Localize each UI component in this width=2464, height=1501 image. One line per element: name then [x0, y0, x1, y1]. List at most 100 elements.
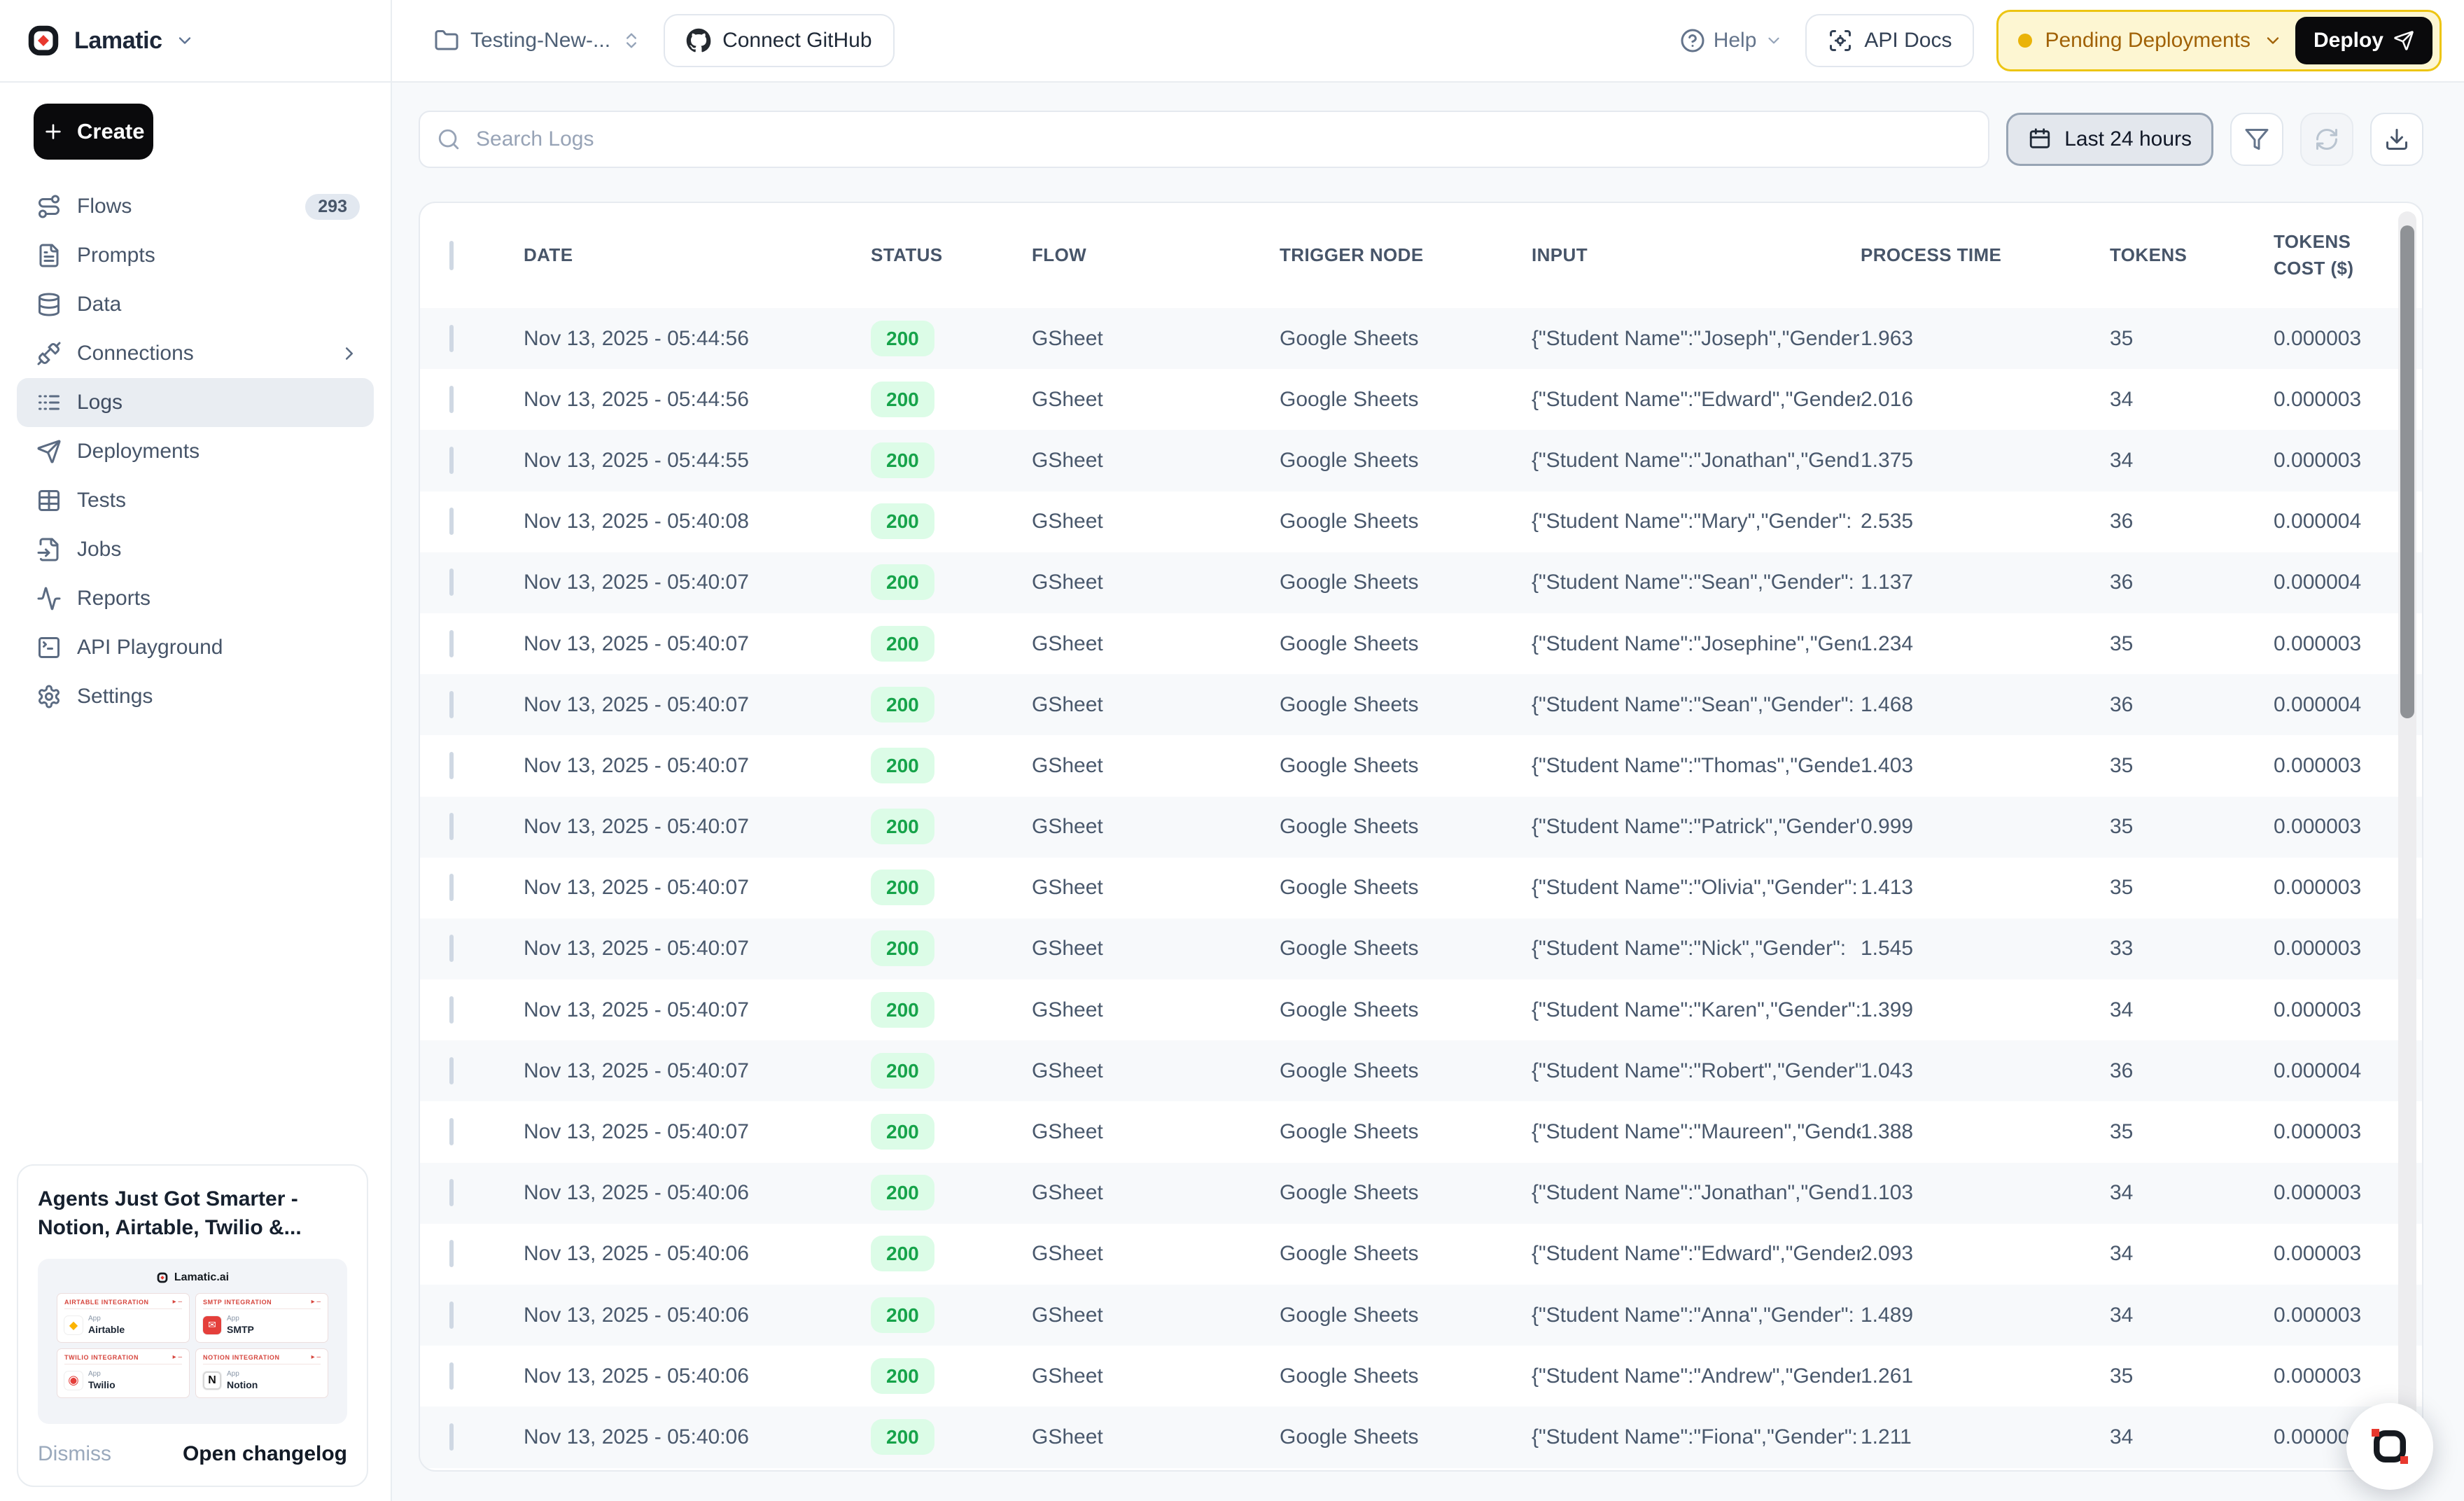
log-row[interactable]: Nov 13, 2025 - 05:40:06200GSheetGoogle S…	[420, 1346, 2422, 1406]
pending-deployments-pill[interactable]: Pending Deployments Deploy	[1996, 10, 2442, 71]
row-checkbox-cell	[420, 693, 524, 717]
row-checkbox[interactable]	[449, 1362, 454, 1390]
status-cell: 200	[871, 693, 1032, 717]
table-scrollbar-thumb[interactable]	[2400, 225, 2414, 718]
sidebar-item-logs[interactable]: Logs	[17, 378, 374, 427]
sidebar-item-settings[interactable]: Settings	[17, 672, 374, 721]
refresh-button[interactable]	[2300, 113, 2353, 166]
log-row[interactable]: Nov 13, 2025 - 05:40:07200GSheetGoogle S…	[420, 979, 2422, 1040]
brand-name: Lamatic	[74, 27, 162, 55]
search-input[interactable]	[473, 126, 1971, 153]
send-icon	[2393, 30, 2414, 51]
log-process-time: 1.043	[1861, 1059, 2110, 1083]
sidebar-item-flows[interactable]: Flows293	[17, 182, 374, 231]
sidebar-item-tests[interactable]: Tests	[17, 476, 374, 525]
deploy-button[interactable]: Deploy	[2295, 17, 2432, 64]
row-checkbox[interactable]	[449, 1301, 454, 1329]
workspace-switcher[interactable]: Lamatic	[0, 0, 392, 81]
row-checkbox[interactable]	[449, 325, 454, 352]
promo-app-name: Twilio	[88, 1379, 115, 1390]
help-menu[interactable]: Help	[1680, 28, 1784, 53]
logs-toolbar: Last 24 hours	[419, 111, 2423, 168]
log-trigger-node: Google Sheets	[1280, 815, 1532, 839]
column-header-date: DATE	[524, 242, 871, 269]
log-row[interactable]: Nov 13, 2025 - 05:40:07200GSheetGoogle S…	[420, 919, 2422, 979]
sidebar-item-label: Data	[77, 293, 121, 316]
row-checkbox[interactable]	[449, 630, 454, 657]
log-row[interactable]: Nov 13, 2025 - 05:40:07200GSheetGoogle S…	[420, 858, 2422, 919]
row-checkbox[interactable]	[449, 1057, 454, 1084]
log-row[interactable]: Nov 13, 2025 - 05:44:56200GSheetGoogle S…	[420, 308, 2422, 369]
status-cell: 200	[871, 1425, 1032, 1449]
row-checkbox[interactable]	[449, 386, 454, 413]
sidebar-item-connections[interactable]: Connections	[17, 329, 374, 378]
log-row[interactable]: Nov 13, 2025 - 05:40:08200GSheetGoogle S…	[420, 491, 2422, 552]
log-row[interactable]: Nov 13, 2025 - 05:40:07200GSheetGoogle S…	[420, 1101, 2422, 1162]
api-docs-label: API Docs	[1864, 29, 1952, 53]
log-trigger-node: Google Sheets	[1280, 1059, 1532, 1083]
log-row[interactable]: Nov 13, 2025 - 05:40:06200GSheetGoogle S…	[420, 1406, 2422, 1467]
log-date: Nov 13, 2025 - 05:40:06	[524, 1364, 871, 1388]
row-checkbox[interactable]	[449, 1118, 454, 1145]
table-scrollbar-track[interactable]	[2398, 211, 2416, 1462]
log-tokens: 35	[2110, 876, 2274, 900]
log-row[interactable]: Nov 13, 2025 - 05:40:07200GSheetGoogle S…	[420, 613, 2422, 674]
log-row[interactable]: Nov 13, 2025 - 05:44:55200GSheetGoogle S…	[420, 430, 2422, 491]
sidebar-item-prompts[interactable]: Prompts	[17, 231, 374, 280]
status-cell: 200	[871, 1120, 1032, 1144]
status-cell: 200	[871, 449, 1032, 473]
row-checkbox[interactable]	[449, 935, 454, 962]
row-checkbox[interactable]	[449, 691, 454, 718]
row-checkbox[interactable]	[449, 447, 454, 474]
log-row[interactable]: Nov 13, 2025 - 05:40:07200GSheetGoogle S…	[420, 735, 2422, 796]
play-icon: ▸ –	[173, 1298, 182, 1306]
row-checkbox-cell	[420, 1364, 524, 1388]
log-row[interactable]: Nov 13, 2025 - 05:40:06200GSheetGoogle S…	[420, 1163, 2422, 1224]
row-checkbox[interactable]	[449, 1423, 454, 1451]
api-docs-button[interactable]: API Docs	[1805, 14, 1974, 67]
sidebar-item-deployments[interactable]: Deployments	[17, 427, 374, 476]
time-range-button[interactable]: Last 24 hours	[2006, 113, 2213, 166]
log-row[interactable]: Nov 13, 2025 - 05:40:06200GSheetGoogle S…	[420, 1285, 2422, 1346]
project-selector[interactable]: Testing-New-...	[434, 28, 641, 53]
lamatic-app: Lamatic Testing-New-... Connect GitHub H…	[0, 0, 2464, 1501]
promo-app-tag: AIRTABLE INTEGRATION	[64, 1299, 149, 1306]
row-checkbox[interactable]	[449, 752, 454, 779]
row-checkbox[interactable]	[449, 508, 454, 535]
download-button[interactable]	[2370, 113, 2423, 166]
log-row[interactable]: Nov 13, 2025 - 05:40:07200GSheetGoogle S…	[420, 797, 2422, 858]
row-checkbox[interactable]	[449, 874, 454, 901]
row-checkbox[interactable]	[449, 813, 454, 840]
dismiss-button[interactable]: Dismiss	[38, 1442, 111, 1466]
search-box[interactable]	[419, 111, 1989, 168]
log-row[interactable]: Nov 13, 2025 - 05:40:07200GSheetGoogle S…	[420, 1040, 2422, 1101]
log-row[interactable]: Nov 13, 2025 - 05:40:07200GSheetGoogle S…	[420, 552, 2422, 613]
status-badge: 200	[871, 1175, 934, 1210]
assistant-widget-button[interactable]	[2346, 1403, 2433, 1490]
promo-app-label: App	[227, 1315, 254, 1322]
sidebar-item-reports[interactable]: Reports	[17, 574, 374, 623]
status-badge: 200	[871, 564, 934, 600]
data-icon	[36, 292, 62, 317]
row-checkbox[interactable]	[449, 1179, 454, 1206]
log-row[interactable]: Nov 13, 2025 - 05:40:07200GSheetGoogle S…	[420, 674, 2422, 735]
promo-app-body: ✉AppSMTP	[203, 1315, 321, 1335]
row-checkbox[interactable]	[449, 1240, 454, 1267]
sidebar-item-jobs[interactable]: Jobs	[17, 525, 374, 574]
row-checkbox[interactable]	[449, 996, 454, 1024]
table-body: Nov 13, 2025 - 05:44:56200GSheetGoogle S…	[420, 308, 2422, 1468]
log-row[interactable]: Nov 13, 2025 - 05:44:56200GSheetGoogle S…	[420, 369, 2422, 430]
filter-button[interactable]	[2230, 113, 2283, 166]
log-flow: GSheet	[1032, 327, 1280, 351]
row-checkbox[interactable]	[449, 568, 454, 596]
create-button[interactable]: Create	[34, 104, 153, 160]
select-all-checkbox[interactable]	[449, 241, 454, 270]
sidebar-item-label: API Playground	[77, 636, 223, 659]
log-row[interactable]: Nov 13, 2025 - 05:40:06200GSheetGoogle S…	[420, 1224, 2422, 1285]
log-trigger-node: Google Sheets	[1280, 388, 1532, 412]
connect-github-button[interactable]: Connect GitHub	[664, 14, 894, 67]
sidebar-item-api-playground[interactable]: API Playground	[17, 623, 374, 672]
open-changelog-button[interactable]: Open changelog	[183, 1442, 347, 1466]
settings-icon	[36, 684, 62, 709]
sidebar-item-data[interactable]: Data	[17, 280, 374, 329]
